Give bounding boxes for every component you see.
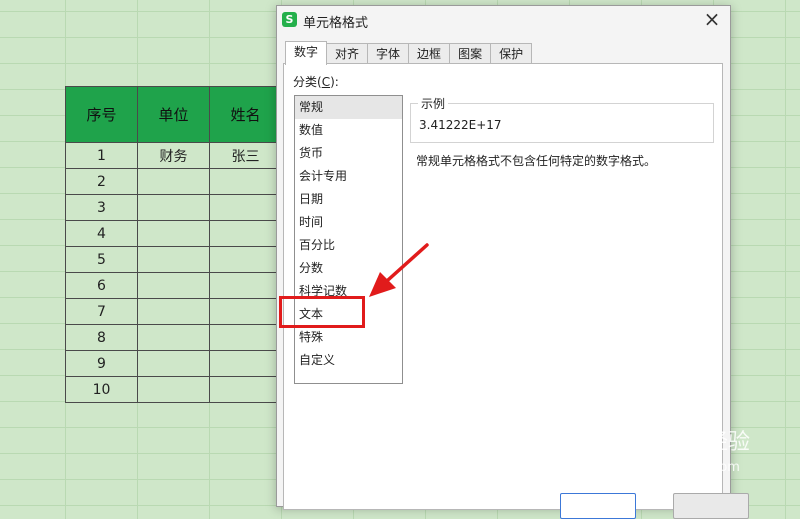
table-header-row: 序号 单位 姓名 [65,86,282,143]
category-item-general[interactable]: 常规 [295,96,402,119]
sample-groupbox: 示例 3.41222E+17 [410,95,714,143]
category-item-date[interactable]: 日期 [295,188,402,211]
category-label-prefix: 分类( [293,75,322,89]
table-cell[interactable] [137,194,210,221]
watermark-url: jingyan.baidu.com [620,460,740,475]
table-cell[interactable] [209,168,282,195]
table-row: 2 [65,168,282,195]
table-cell[interactable] [137,168,210,195]
format-description: 常规单元格格式不包含任何特定的数字格式。 [416,154,657,168]
tab-border[interactable]: 边框 [408,43,451,64]
table-row: 9 [65,350,282,377]
table-cell[interactable]: 1 [65,142,138,169]
table-row: 6 [65,272,282,299]
header-cell-name[interactable]: 姓名 [209,86,282,143]
close-icon[interactable]: × [702,9,722,29]
table-row: 3 [65,194,282,221]
category-item-number[interactable]: 数值 [295,119,402,142]
table-row: 8 [65,324,282,351]
table-cell[interactable] [209,350,282,377]
tab-pattern[interactable]: 图案 [449,43,492,64]
category-label-key: C [321,75,331,89]
watermark-cn: 经验 [706,430,751,455]
table-cell[interactable] [209,246,282,273]
table-cell[interactable]: 财务 [137,142,210,169]
cancel-button[interactable] [673,493,749,519]
table-cell[interactable] [209,220,282,247]
table-cell[interactable] [209,194,282,221]
baidu-jingyan-watermark: Bai 经验 jingyan.baidu.com [614,418,794,488]
spreadsheet-table: 序号 单位 姓名 1 财务 张三 2 3 4 5 6 7 8 9 10 [65,86,282,403]
tab-protection[interactable]: 保护 [490,43,533,64]
wps-app-icon: S [282,12,297,27]
table-cell[interactable]: 9 [65,350,138,377]
table-cell[interactable]: 3 [65,194,138,221]
table-cell[interactable] [209,272,282,299]
category-item-time[interactable]: 时间 [295,211,402,234]
header-cell-index[interactable]: 序号 [65,86,138,143]
table-row: 7 [65,298,282,325]
table-cell[interactable] [137,324,210,351]
table-cell[interactable]: 4 [65,220,138,247]
table-row: 5 [65,246,282,273]
table-cell[interactable] [137,220,210,247]
category-list[interactable]: 常规 数值 货币 会计专用 日期 时间 百分比 分数 科学记数 文本 特殊 自定… [294,95,403,384]
table-row: 10 [65,376,282,403]
category-item-special[interactable]: 特殊 [295,326,402,349]
table-cell[interactable] [209,298,282,325]
table-row: 1 财务 张三 [65,142,282,169]
table-cell[interactable] [209,376,282,403]
tab-number[interactable]: 数字 [285,41,328,65]
sample-value: 3.41222E+17 [419,118,502,132]
table-cell[interactable] [137,350,210,377]
table-cell[interactable]: 7 [65,298,138,325]
sample-legend: 示例 [418,95,449,112]
table-cell[interactable]: 10 [65,376,138,403]
dialog-title: 单元格格式 [303,16,369,31]
watermark-logo: Bai [614,418,668,453]
ok-button[interactable] [560,493,636,519]
table-cell[interactable]: 8 [65,324,138,351]
category-item-custom[interactable]: 自定义 [295,349,402,372]
highlight-box [279,296,365,328]
table-cell[interactable] [137,246,210,273]
table-cell[interactable]: 6 [65,272,138,299]
category-item-accounting[interactable]: 会计专用 [295,165,402,188]
table-cell[interactable]: 5 [65,246,138,273]
dialog-tabs: 数字 对齐 字体 边框 图案 保护 [285,41,533,65]
category-item-percentage[interactable]: 百分比 [295,234,402,257]
tab-font[interactable]: 字体 [367,43,410,64]
dialog-titlebar[interactable]: S 单元格格式 × [277,6,730,33]
category-label-suffix: ): [330,75,339,89]
category-label: 分类(C): [293,73,339,90]
table-cell[interactable]: 2 [65,168,138,195]
category-item-fraction[interactable]: 分数 [295,257,402,280]
header-cell-unit[interactable]: 单位 [137,86,210,143]
tab-alignment[interactable]: 对齐 [326,43,369,64]
table-cell[interactable] [137,298,210,325]
category-item-currency[interactable]: 货币 [295,142,402,165]
table-row: 4 [65,220,282,247]
table-cell[interactable] [137,376,210,403]
table-cell[interactable] [137,272,210,299]
table-cell[interactable] [209,324,282,351]
table-cell[interactable]: 张三 [209,142,282,169]
